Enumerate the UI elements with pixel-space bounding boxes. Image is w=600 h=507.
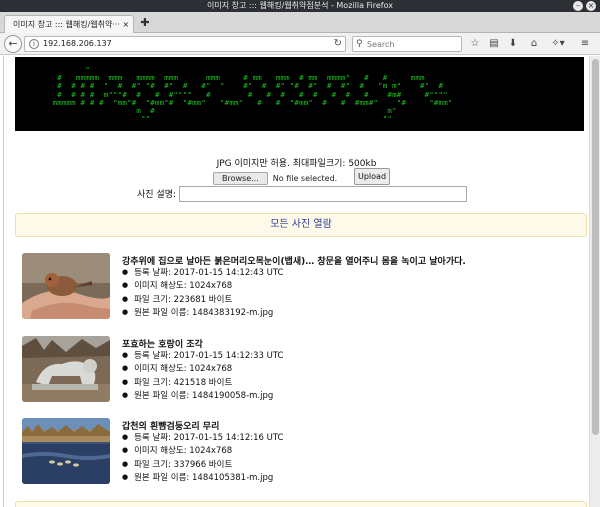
search-box[interactable]: ⚲ <box>352 36 462 52</box>
new-tab-icon[interactable]: ✚ <box>138 16 152 29</box>
search-input[interactable] <box>367 38 457 50</box>
file-picker: Browse... No file selected. <box>213 170 337 186</box>
window-controls: – × <box>573 1 596 11</box>
ascii-art-banner: " # mmmmm mmm mmmm mmm mmm # mm mmm # mm… <box>15 57 584 131</box>
minimize-button[interactable]: – <box>573 1 583 11</box>
bird-photo-thumbnail[interactable] <box>22 253 110 319</box>
image-resolution: 이미지 해상도: 1024x768 <box>122 445 284 458</box>
vertical-scrollbar[interactable] <box>589 56 600 507</box>
upload-info: JPG 이미지만 허용. 최대파일크기: 500kb <box>216 159 377 169</box>
file-status: No file selected. <box>272 173 338 183</box>
upload-date: 등록 날짜: 2017-01-15 14:12:43 UTC <box>122 267 283 280</box>
upload-button[interactable]: Upload <box>354 168 390 185</box>
browse-button[interactable]: Browse... <box>213 171 268 185</box>
download-icon[interactable]: ⬇ <box>506 37 520 51</box>
reload-icon[interactable]: ↻ <box>334 37 342 51</box>
file-size: 파일 크기: 337966 바이트 <box>122 459 284 472</box>
info-icon[interactable]: i <box>29 39 39 49</box>
file-size: 파일 크기: 421518 바이트 <box>122 377 284 390</box>
hamburger-menu-icon[interactable]: ≡ <box>578 37 592 51</box>
image-resolution: 이미지 해상도: 1024x768 <box>122 363 284 376</box>
ducks-photo-thumbnail[interactable] <box>22 418 110 484</box>
upload-date: 등록 날짜: 2017-01-15 14:12:16 UTC <box>122 432 283 445</box>
photo-entry: 갑천의 흰뺨검둥오리 무리 등록 날짜: 2017-01-15 14:12:16… <box>22 418 582 484</box>
original-filename: 원본 파일 이름: 1484105381-m.jpg <box>122 472 284 485</box>
puzzle-icon[interactable]: ✧▾ <box>548 37 568 51</box>
back-arrow-icon[interactable]: ← <box>4 35 22 53</box>
entry-metadata: 등록 날짜: 2017-01-15 14:12:43 UTC 이미지 해상도: … <box>122 267 284 320</box>
description-label: 사진 설명: <box>137 190 177 200</box>
home-icon[interactable]: ⌂ <box>527 37 541 51</box>
entry-title[interactable]: 포효하는 호랑이 조각 <box>122 337 203 350</box>
star-icon[interactable]: ☆ <box>468 37 482 51</box>
image-resolution: 이미지 해상도: 1024x768 <box>122 280 284 293</box>
original-filename: 원본 파일 이름: 1484190058-m.jpg <box>122 390 284 403</box>
close-window-button[interactable]: × <box>586 1 596 11</box>
url-bar[interactable]: i 192.168.206.137 ↻ <box>24 36 346 52</box>
search-icon: ⚲ <box>356 39 363 49</box>
banner-art: " # mmmmm mmm mmmm mmm mmm # mm mmm # mm… <box>52 65 453 124</box>
browser-tab[interactable]: 이미지 창고 ::: 웹해킹/웹취약··· × <box>4 15 134 33</box>
entry-metadata: 등록 날짜: 2017-01-15 14:12:16 UTC 이미지 해상도: … <box>122 432 284 485</box>
all-photos-link[interactable]: 모든 사진 열람 <box>15 213 587 237</box>
photo-entry: 포효하는 호랑이 조각 등록 날짜: 2017-01-15 14:12:33 U… <box>22 336 582 402</box>
tab-strip: 이미지 창고 ::: 웹해킹/웹취약··· × ✚ <box>0 12 600 33</box>
scrollbar-thumb[interactable] <box>592 59 599 435</box>
entry-title[interactable]: 갑천의 흰뺨검둥오리 무리 <box>122 419 219 432</box>
original-filename: 원본 파일 이름: 1484383192-m.jpg <box>122 307 284 320</box>
bottom-panel-edge <box>15 501 587 507</box>
file-size: 파일 크기: 223681 바이트 <box>122 294 284 307</box>
entry-metadata: 등록 날짜: 2017-01-15 14:12:33 UTC 이미지 해상도: … <box>122 350 284 403</box>
navigation-bar: ← i 192.168.206.137 ↻ ⚲ ☆ ▤ ⬇ ⌂ ✧▾ ≡ <box>0 33 600 55</box>
window-titlebar: 이미지 창고 ::: 웹해킹/웹취약점분석 - Mozilla Firefox … <box>0 0 600 12</box>
tiger-statue-thumbnail[interactable] <box>22 336 110 402</box>
url-text[interactable]: 192.168.206.137 <box>43 37 112 51</box>
clipboard-icon[interactable]: ▤ <box>487 37 501 51</box>
window-title: 이미지 창고 ::: 웹해킹/웹취약점분석 - Mozilla Firefox <box>206 1 393 10</box>
entry-title[interactable]: 강추위에 집으로 날아든 붉은머리오목눈이(뱁새)… 창문을 열어주니 몸을 녹… <box>122 254 466 267</box>
description-input[interactable] <box>179 186 467 202</box>
upload-date: 등록 날짜: 2017-01-15 14:12:33 UTC <box>122 350 283 363</box>
tab-title: 이미지 창고 ::: 웹해킹/웹취약··· × <box>13 20 130 29</box>
photo-entry: 강추위에 집으로 날아든 붉은머리오목눈이(뱁새)… 창문을 열어주니 몸을 녹… <box>22 253 582 319</box>
page-content: " # mmmmm mmm mmmm mmm mmm # mm mmm # mm… <box>3 56 588 507</box>
